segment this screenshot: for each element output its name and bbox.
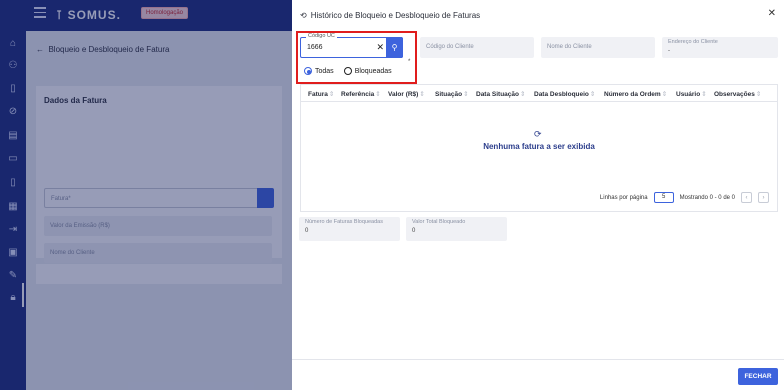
modal-title: ⟲ Histórico de Bloqueio e Desbloqueio de… (300, 11, 480, 20)
sort-icon: ⇕ (755, 91, 762, 98)
history-icon: ⟲ (300, 11, 307, 20)
codigo-cliente-label: Código do Cliente (426, 44, 474, 50)
required-mark: * (408, 59, 411, 65)
codigo-uc-label: Código UC (306, 33, 337, 39)
search-button[interactable]: ⚲ (386, 37, 403, 58)
fechar-button[interactable]: FECHAR (738, 368, 778, 385)
sort-icon: ⇕ (589, 91, 596, 98)
valor-bloqueado-field: Valor Total Bloqueado 0 (406, 217, 507, 241)
radio-unchecked-icon[interactable] (343, 67, 352, 75)
col-observacoes[interactable]: Observações⇕ (714, 90, 761, 98)
modal-backdrop[interactable] (0, 0, 292, 390)
radio-bloqueadas[interactable]: Bloqueadas (343, 67, 392, 75)
valor-bloqueado-value: 0 (412, 228, 416, 234)
modal-title-text: Histórico de Bloqueio e Desbloqueio de F… (310, 11, 481, 20)
history-modal: ⟲ Histórico de Bloqueio e Desbloqueio de… (292, 0, 784, 390)
faturas-table: Fatura⇕ Referência⇕ Valor (R$)⇕ Situação… (300, 84, 778, 212)
sort-icon: ⇕ (328, 91, 335, 98)
radio-todas[interactable]: Todas (304, 67, 334, 75)
col-data-desbloqueio[interactable]: Data Desbloqueio⇕ (534, 90, 595, 98)
refresh-icon: ⟳ (534, 129, 542, 139)
radio-todas-label: Todas (315, 67, 334, 75)
sort-icon: ⇕ (701, 91, 707, 98)
chevron-left-icon: ‹ (745, 194, 748, 201)
next-page-button[interactable]: › (758, 192, 769, 203)
col-valor[interactable]: Valor (R$)⇕ (388, 90, 425, 98)
table-header: Fatura⇕ Referência⇕ Valor (R$)⇕ Situação… (301, 85, 777, 102)
chevron-right-icon: › (762, 194, 765, 201)
close-icon[interactable]: ✕ (768, 8, 776, 19)
pagination: Linhas por página 5 Mostrando 0 - 0 de 0… (600, 192, 769, 203)
num-bloqueadas-field: Número de Faturas Bloqueadas 0 (299, 217, 400, 241)
prev-page-button[interactable]: ‹ (741, 192, 752, 203)
radio-bloqueadas-label: Bloqueadas (354, 67, 392, 75)
radio-checked-icon[interactable] (304, 67, 312, 75)
sort-icon: ⇕ (520, 91, 526, 98)
nome-cliente-label: Nome do Cliente (547, 44, 592, 50)
codigo-cliente-field: Código do Cliente (420, 37, 534, 58)
endereco-cliente-label: Endereço do Cliente (668, 39, 718, 45)
codigo-uc-input[interactable]: Código UC 1666 ✕ ⚲ (300, 33, 403, 58)
sort-icon: ⇕ (419, 91, 425, 98)
endereco-cliente-field: Endereço do Cliente - (662, 37, 778, 58)
sort-icon: ⇕ (661, 91, 668, 98)
sort-icon: ⇕ (375, 91, 381, 98)
showing-label: Mostrando 0 - 0 de 0 (679, 194, 735, 201)
num-bloqueadas-value: 0 (305, 228, 309, 234)
col-data-situacao[interactable]: Data Situação⇕ (476, 90, 525, 98)
clear-icon[interactable]: ✕ (376, 42, 384, 53)
search-icon: ⚲ (391, 43, 398, 52)
filter-radio-group: Todas Bloqueadas (304, 67, 392, 75)
footer-divider (292, 359, 784, 360)
nome-cliente-field: Nome do Cliente (541, 37, 655, 58)
col-numero-ordem[interactable]: Número da Ordem⇕ (604, 90, 667, 98)
sort-icon: ⇕ (463, 91, 469, 98)
col-fatura[interactable]: Fatura⇕ (308, 90, 334, 98)
endereco-cliente-value: - (668, 48, 670, 54)
col-usuario[interactable]: Usuário⇕ (676, 90, 707, 98)
codigo-uc-value[interactable]: 1666 (307, 44, 323, 51)
rows-per-page-select[interactable]: 5 (653, 192, 674, 203)
col-referencia[interactable]: Referência⇕ (341, 90, 381, 98)
num-bloqueadas-label: Número de Faturas Bloqueadas (305, 219, 383, 225)
valor-bloqueado-label: Valor Total Bloqueado (412, 219, 466, 225)
rows-per-page-label: Linhas por página (599, 194, 648, 201)
empty-message: Nenhuma fatura a ser exibida (483, 142, 595, 151)
col-situacao[interactable]: Situação⇕ (435, 90, 469, 98)
